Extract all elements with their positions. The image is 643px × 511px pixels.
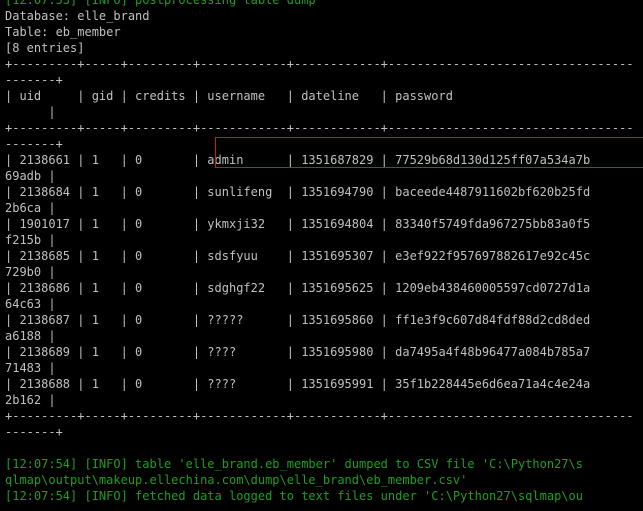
table-row: | 2138686 | 1 | 0 | sdghgf22 | 135169562…	[5, 280, 643, 312]
table-row: | 2138688 | 1 | 0 | ???? | 1351695991 | …	[5, 376, 643, 408]
table-row: | 2138687 | 1 | 0 | ????? | 1351695860 |…	[5, 312, 643, 344]
table-row-wrap: 64c63 |	[5, 297, 56, 311]
table-column-header: | uid | gid | credits | username | datel…	[5, 89, 453, 103]
log-line-fetched-data: [12:07:54] [INFO] fetched data logged to…	[5, 489, 583, 503]
table-border-bottom-wrap: -------+	[5, 425, 63, 439]
log-line-dumped-csv: [12:07:54] [INFO] table 'elle_brand.eb_m…	[5, 457, 583, 471]
database-line: Database: elle_brand	[5, 9, 150, 23]
table-row: | 2138685 | 1 | 0 | sdsfyuu | 1351695307…	[5, 248, 643, 280]
table-row-wrap: 2b162 |	[5, 393, 56, 407]
table-line: Table: eb_member	[5, 25, 121, 39]
table-border-top: +---------+-----+---------+------------+…	[5, 57, 634, 71]
table-row-wrap: 71483 |	[5, 361, 56, 375]
table-row-main: | 2138684 | 1 | 0 | sunlifeng | 13516947…	[5, 185, 591, 199]
table-row-wrap: a6188 |	[5, 329, 56, 343]
table-row-main: | 2138689 | 1 | 0 | ???? | 1351695980 | …	[5, 345, 591, 359]
table-row-wrap: 69adb |	[5, 169, 56, 183]
table-row: | 2138689 | 1 | 0 | ???? | 1351695980 | …	[5, 344, 643, 376]
table-column-header-wrap: |	[5, 105, 56, 119]
entries-count-line: [8 entries]	[5, 41, 85, 55]
table-border-bottom: +---------+-----+---------+------------+…	[5, 409, 634, 423]
table-row: | 2138684 | 1 | 0 | sunlifeng | 13516947…	[5, 184, 643, 216]
log-line-postprocessing: [12:07:53] [INFO] postprocessing table d…	[5, 0, 316, 7]
table-row-wrap: f215b |	[5, 233, 56, 247]
table-border-top-wrap: -------+	[5, 73, 63, 87]
terminal-output: [12:07:53] [INFO] postprocessing table d…	[5, 0, 643, 511]
log-line-dumped-csv-path: qlmap\output\makeup.ellechina.com\dump\e…	[5, 473, 468, 487]
admin-row-highlight	[215, 137, 643, 168]
table-row-main: | 1901017 | 1 | 0 | ykmxji32 | 135169480…	[5, 217, 591, 231]
table-row-main: | 2138687 | 1 | 0 | ????? | 1351695860 |…	[5, 313, 591, 327]
table-row-main: | 2138685 | 1 | 0 | sdsfyuu | 1351695307…	[5, 249, 591, 263]
table-row: | 1901017 | 1 | 0 | ykmxji32 | 135169480…	[5, 216, 643, 248]
table-row-main: | 2138688 | 1 | 0 | ???? | 1351695991 | …	[5, 377, 591, 391]
table-border-mid: +---------+-----+---------+------------+…	[5, 121, 634, 135]
table-row-wrap: 729b0 |	[5, 265, 56, 279]
table-row-wrap: 2b6ca |	[5, 201, 56, 215]
table-row-main: | 2138686 | 1 | 0 | sdghgf22 | 135169562…	[5, 281, 591, 295]
